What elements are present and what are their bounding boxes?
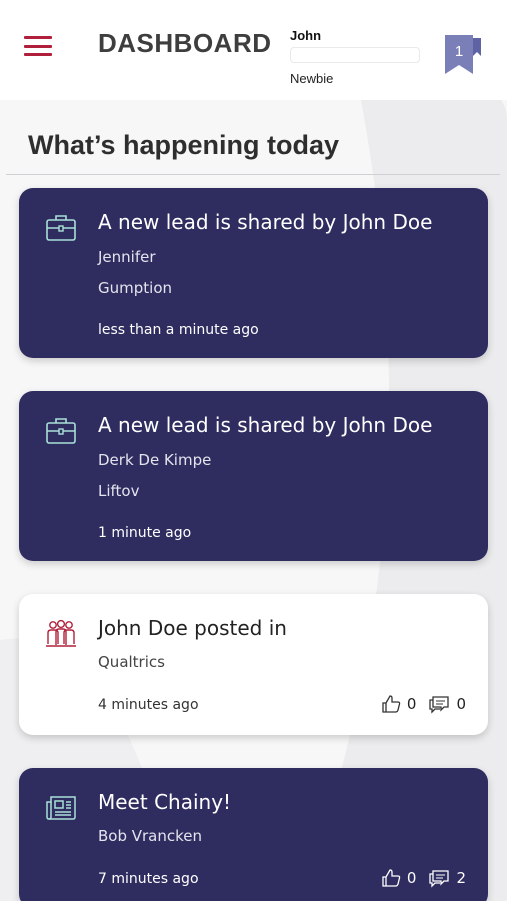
feed-card-contact: Jennifer xyxy=(98,248,156,266)
feed-card-title: Meet Chainy! xyxy=(98,790,232,814)
like-count: 0 xyxy=(406,695,417,713)
user-profile[interactable]: John Newbie xyxy=(290,28,422,86)
feed-card-time: 7 minutes ago xyxy=(98,871,199,887)
feed-card-time: 4 minutes ago xyxy=(98,697,199,713)
like-button[interactable]: 0 xyxy=(381,868,417,888)
comment-icon xyxy=(429,870,450,888)
feed-card-post[interactable]: John Doe posted in Qualtrics 4 minutes a… xyxy=(19,594,488,735)
feed-card-company: Gumption xyxy=(98,279,172,297)
group-icon xyxy=(46,619,76,647)
comment-icon xyxy=(429,696,450,714)
feed-card-lead[interactable]: A new lead is shared by John Doe Derk De… xyxy=(19,391,488,561)
briefcase-icon xyxy=(46,215,76,241)
feed-card-stats: 0 0 xyxy=(381,694,466,714)
feed-card-contact: Derk De Kimpe xyxy=(98,451,212,469)
thumbs-up-icon xyxy=(382,869,401,887)
feed-card-group: Qualtrics xyxy=(98,653,165,671)
user-progress-bar xyxy=(290,47,420,63)
feed-card-lead[interactable]: A new lead is shared by John Doe Jennife… xyxy=(19,188,488,358)
feed-card-time: less than a minute ago xyxy=(98,322,259,338)
comment-count: 2 xyxy=(456,869,466,887)
bookmark-count: 1 xyxy=(454,43,464,60)
feed-card-stats: 0 2 xyxy=(381,868,466,888)
feed-card-author: Bob Vrancken xyxy=(98,827,203,845)
section-divider xyxy=(6,174,500,175)
feed-card-company: Liftov xyxy=(98,482,140,500)
page-title: DASHBOARD xyxy=(98,28,272,58)
hamburger-menu-icon[interactable] xyxy=(24,36,52,56)
comment-count: 0 xyxy=(456,695,466,713)
bookmark-button[interactable]: 1 xyxy=(444,34,482,76)
section-title: What’s happening today xyxy=(28,130,340,160)
user-name: John xyxy=(290,28,322,43)
comment-button[interactable]: 2 xyxy=(428,868,466,888)
comment-button[interactable]: 0 xyxy=(428,694,466,714)
like-button[interactable]: 0 xyxy=(381,694,417,714)
newspaper-icon xyxy=(46,796,76,820)
user-rank: Newbie xyxy=(290,71,334,86)
feed-card-time: 1 minute ago xyxy=(98,525,192,541)
like-count: 0 xyxy=(406,869,417,887)
feed-card-title: A new lead is shared by John Doe xyxy=(98,210,433,234)
app-header: DASHBOARD John Newbie 1 xyxy=(0,0,507,100)
feed-card-title: John Doe posted in xyxy=(98,616,287,640)
feed-card-news[interactable]: Meet Chainy! Bob Vrancken 7 minutes ago … xyxy=(19,768,488,901)
thumbs-up-icon xyxy=(382,695,401,713)
feed-card-title: A new lead is shared by John Doe xyxy=(98,413,433,437)
briefcase-icon xyxy=(46,418,76,444)
